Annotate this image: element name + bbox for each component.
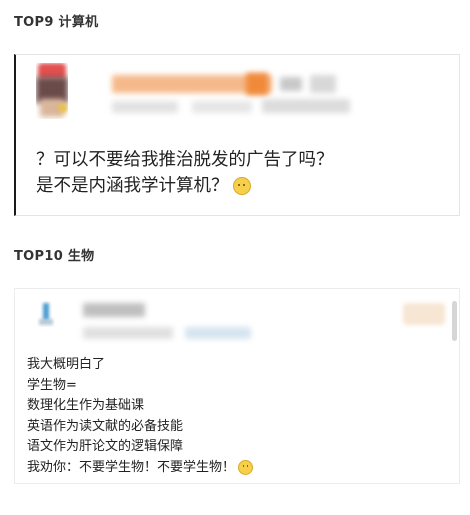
follow-button[interactable] — [403, 303, 445, 325]
weibo-post-card-biology[interactable]: 我大概明白了 学生物= 数理化生作为基础课 英语作为读文献的必备技能 语文作为肝… — [14, 288, 460, 484]
article-page: TOP9 计算机 ？可以不要给我推治脱发的广告了吗？ 是不是内涵我学计算机？ T… — [0, 0, 470, 515]
slightly-smiling-face-icon — [238, 459, 254, 475]
section-heading-top10: TOP10 生物 — [14, 249, 95, 264]
content-line-6: 我劝你：不要学生物！不要学生物！ — [27, 459, 236, 475]
weibo-post-card-computer[interactable]: ？可以不要给我推治脱发的广告了吗？ 是不是内涵我学计算机？ — [14, 54, 460, 216]
content-line-2: 学生物= — [27, 377, 77, 393]
content-line-3: 数理化生作为基础课 — [27, 398, 145, 413]
content-line-5: 语文作为肝论文的逻辑保障 — [27, 439, 184, 454]
section-heading-top9: TOP9 计算机 — [14, 15, 99, 30]
slightly-smiling-face-icon — [232, 177, 251, 195]
avatar[interactable] — [36, 63, 68, 119]
content-line-1: ？可以不要给我推治脱发的广告了吗？ — [36, 150, 334, 170]
post-content: ？可以不要给我推治脱发的广告了吗？ 是不是内涵我学计算机？ — [36, 147, 334, 199]
content-line-1: 我大概明白了 — [27, 357, 106, 372]
content-line-4: 英语作为读文献的必备技能 — [27, 418, 184, 434]
scrollbar[interactable] — [452, 301, 457, 341]
avatar[interactable] — [37, 301, 55, 327]
content-line-2: 是不是内涵我学计算机？ — [36, 176, 229, 196]
post-content: 我大概明白了 学生物= 数理化生作为基础课 英语作为读文献的必备技能 语文作为肝… — [27, 355, 254, 478]
